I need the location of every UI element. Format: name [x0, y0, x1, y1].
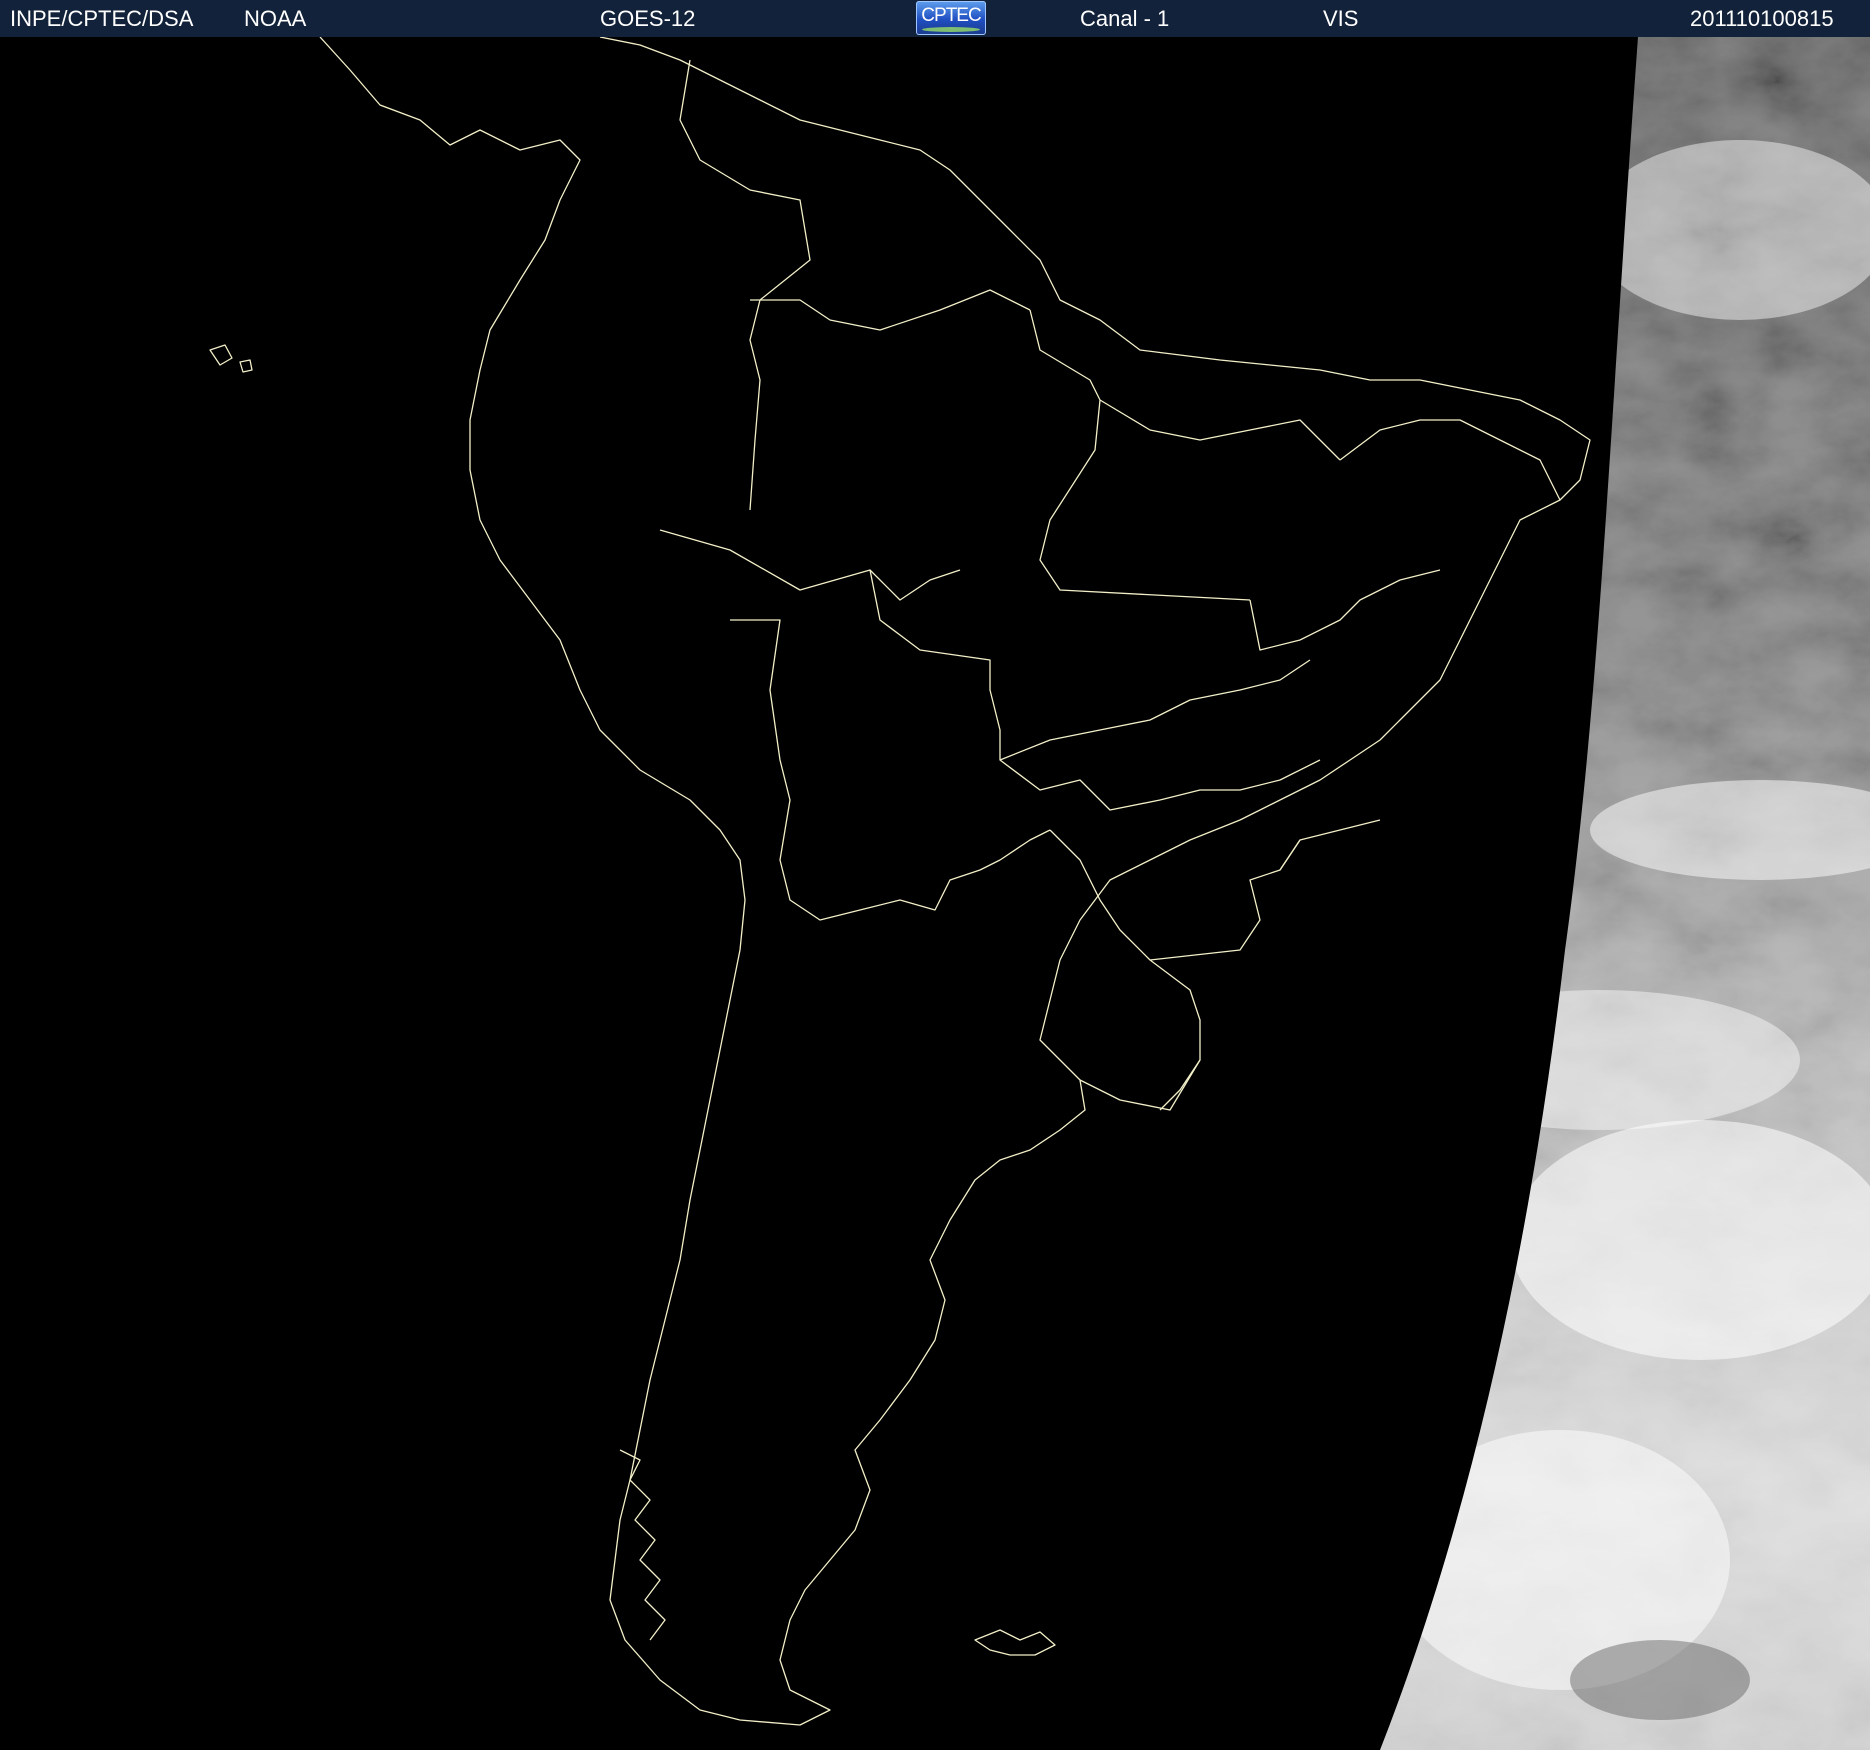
channel-label: Canal - 1: [1080, 6, 1170, 31]
band-label: VIS: [1323, 6, 1359, 31]
satellite-image-canvas: [0, 37, 1870, 1750]
timestamp-label: 201110100815: [1690, 6, 1834, 31]
logo-swoosh-icon: [922, 27, 980, 32]
satellite-image: [0, 37, 1870, 1750]
agency-label: NOAA: [244, 6, 307, 31]
organization-label: INPE/CPTEC/DSA: [10, 6, 194, 31]
satellite-label: GOES-12: [600, 6, 696, 31]
image-header-bar: INPE/CPTEC/DSA NOAA GOES-12 CPTEC Canal …: [0, 0, 1870, 37]
cptec-logo: CPTEC: [916, 1, 986, 35]
